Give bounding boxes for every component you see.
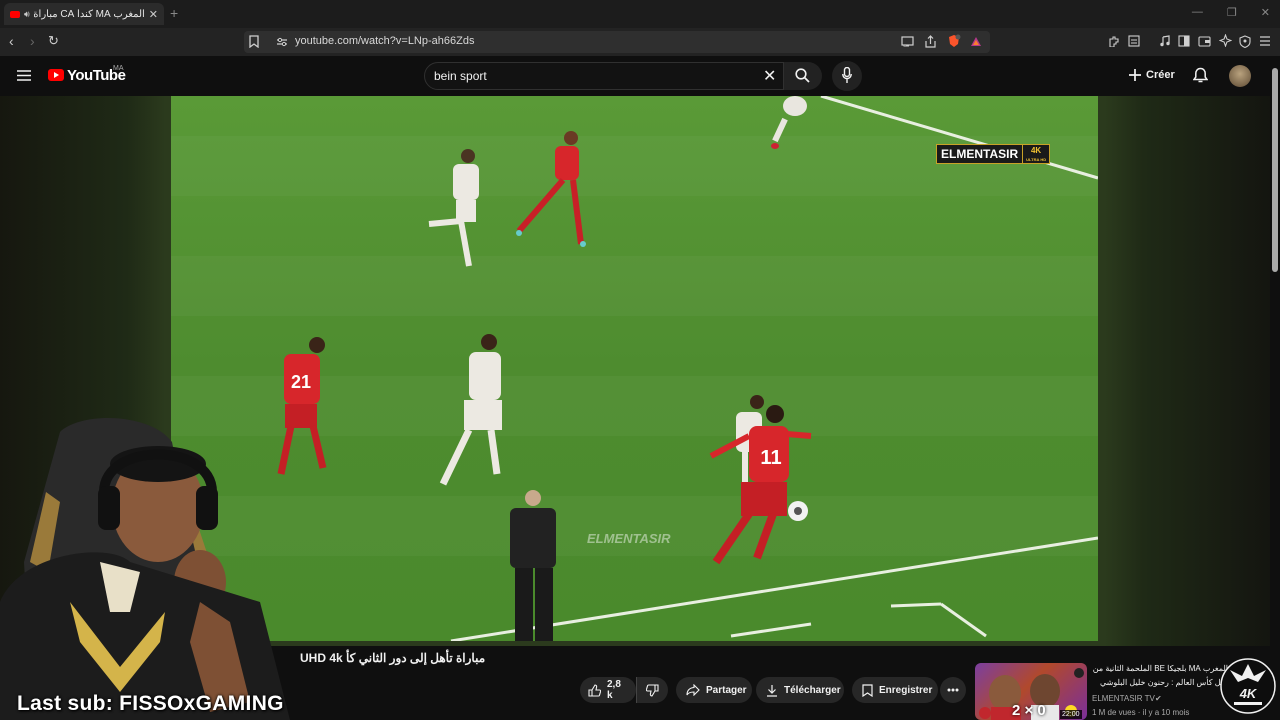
download-label: Télécharger: [784, 684, 841, 696]
save-label: Enregistrer: [879, 684, 933, 696]
watermark-4k: 4K ULTRA HD: [1023, 144, 1051, 164]
video-duration: 22:00: [1060, 710, 1082, 719]
tab-title: المغرب MA كندا CA مباراة تأهل: [33, 8, 145, 20]
video-frame-scene: 21 11: [277, 96, 1098, 641]
more-actions-button[interactable]: [940, 677, 966, 703]
like-button[interactable]: 2,8 k: [580, 677, 636, 703]
scrollbar-thumb[interactable]: [1272, 68, 1278, 272]
last-subscriber-overlay: Last sub: FISSOxGAMING: [17, 692, 284, 715]
bookmark-icon[interactable]: [249, 35, 259, 48]
thumbs-up-icon: [588, 683, 601, 697]
center-watermark: ELMENTASIR: [587, 531, 671, 546]
download-button[interactable]: Télécharger: [756, 677, 844, 703]
close-tab-icon[interactable]: ✕: [149, 8, 158, 21]
window-controls: — ❐ ✕: [1192, 6, 1270, 19]
svg-text:11: 11: [760, 447, 781, 469]
save-playlist-icon: [862, 683, 873, 697]
clear-search-icon[interactable]: ✕: [763, 66, 776, 86]
search-icon[interactable]: [795, 68, 810, 83]
browser-tab[interactable]: 🔊︎ المغرب MA كندا CA مباراة تأهل ✕: [4, 3, 164, 25]
leo-ai-icon[interactable]: [1219, 34, 1232, 47]
share-arrow-icon: [686, 684, 700, 696]
maximize-icon[interactable]: ❐: [1227, 6, 1237, 19]
brave-rewards-icon[interactable]: [970, 36, 982, 47]
like-count: 2,8 k: [607, 679, 621, 701]
music-icon[interactable]: [1159, 35, 1171, 47]
svg-text:4K: 4K: [1239, 686, 1258, 701]
recommended-channel-name[interactable]: ELMENTASIR TV: [1092, 694, 1155, 703]
reload-icon[interactable]: ↻: [48, 33, 59, 49]
back-icon[interactable]: ‹: [9, 33, 14, 49]
cast-icon[interactable]: [901, 36, 914, 47]
wallet-icon[interactable]: [1198, 35, 1211, 47]
url-text: youtube.com/watch?v=LNp-ah66Zds: [295, 35, 475, 47]
extensions-icon[interactable]: [1108, 35, 1120, 47]
plus-icon: [1129, 69, 1141, 81]
account-avatar[interactable]: [1229, 65, 1251, 87]
share-page-icon[interactable]: [924, 35, 937, 48]
microphone-icon[interactable]: [842, 67, 852, 84]
streamer-webcam-overlay: [0, 418, 290, 720]
youtube-favicon-icon: [10, 10, 20, 18]
more-dots-icon: [947, 688, 959, 692]
vpn-shield-icon[interactable]: [1239, 35, 1251, 48]
sidebar-icon[interactable]: [1178, 35, 1190, 47]
share-button[interactable]: Partager: [676, 677, 752, 703]
recommended-video-meta: 1 M de vues · il y a 10 mois: [1092, 708, 1190, 717]
create-button[interactable]: Créer: [1122, 62, 1178, 88]
menu-icon[interactable]: [1259, 36, 1271, 46]
watermark-text: ELMENTASIR: [936, 144, 1024, 164]
video-title: مباراة تأهل إلى دور الثاني كأ UHD 4k: [300, 651, 486, 665]
new-tab-button[interactable]: +: [170, 5, 178, 21]
speaker-icon[interactable]: 🔊︎: [24, 9, 30, 20]
channel-watermark: ELMENTASIR 4K ULTRA HD: [936, 144, 1051, 164]
youtube-logo-play-icon: [54, 72, 59, 78]
4k-streaming-logo: 4K: [1220, 658, 1276, 714]
minimize-icon[interactable]: —: [1192, 6, 1203, 19]
create-label: Créer: [1146, 69, 1175, 81]
browser-tab-strip: 🔊︎ المغرب MA كندا CA مباراة تأهل ✕ + — ❐…: [0, 0, 1280, 28]
recommended-video-title[interactable]: المغرب MA بلجيكا BE الملحمة الثانية من أ…: [1092, 662, 1228, 690]
notifications-bell-icon[interactable]: [1193, 67, 1208, 84]
dislike-button[interactable]: [636, 677, 668, 703]
thumbnail-score: 2 × 0: [1012, 702, 1046, 719]
svg-text:21: 21: [291, 372, 311, 392]
share-label: Partager: [706, 684, 747, 696]
search-input-value[interactable]: bein sport: [434, 69, 487, 83]
country-code: MA: [113, 65, 124, 72]
forward-icon[interactable]: ›: [30, 33, 35, 49]
video-player[interactable]: 21 11 ELMENTASIR 4K ULTRA HD ELMENTASIR: [171, 96, 1098, 641]
close-window-icon[interactable]: ✕: [1261, 6, 1270, 19]
hamburger-menu-icon[interactable]: [17, 70, 31, 81]
brave-shield-icon[interactable]: [947, 34, 961, 48]
reader-icon[interactable]: [1128, 35, 1140, 47]
download-icon: [767, 684, 777, 697]
save-button[interactable]: Enregistrer: [852, 677, 938, 703]
verified-icon: ✔: [1155, 694, 1162, 703]
thumbs-down-icon: [646, 683, 659, 697]
site-settings-icon[interactable]: [276, 37, 288, 47]
